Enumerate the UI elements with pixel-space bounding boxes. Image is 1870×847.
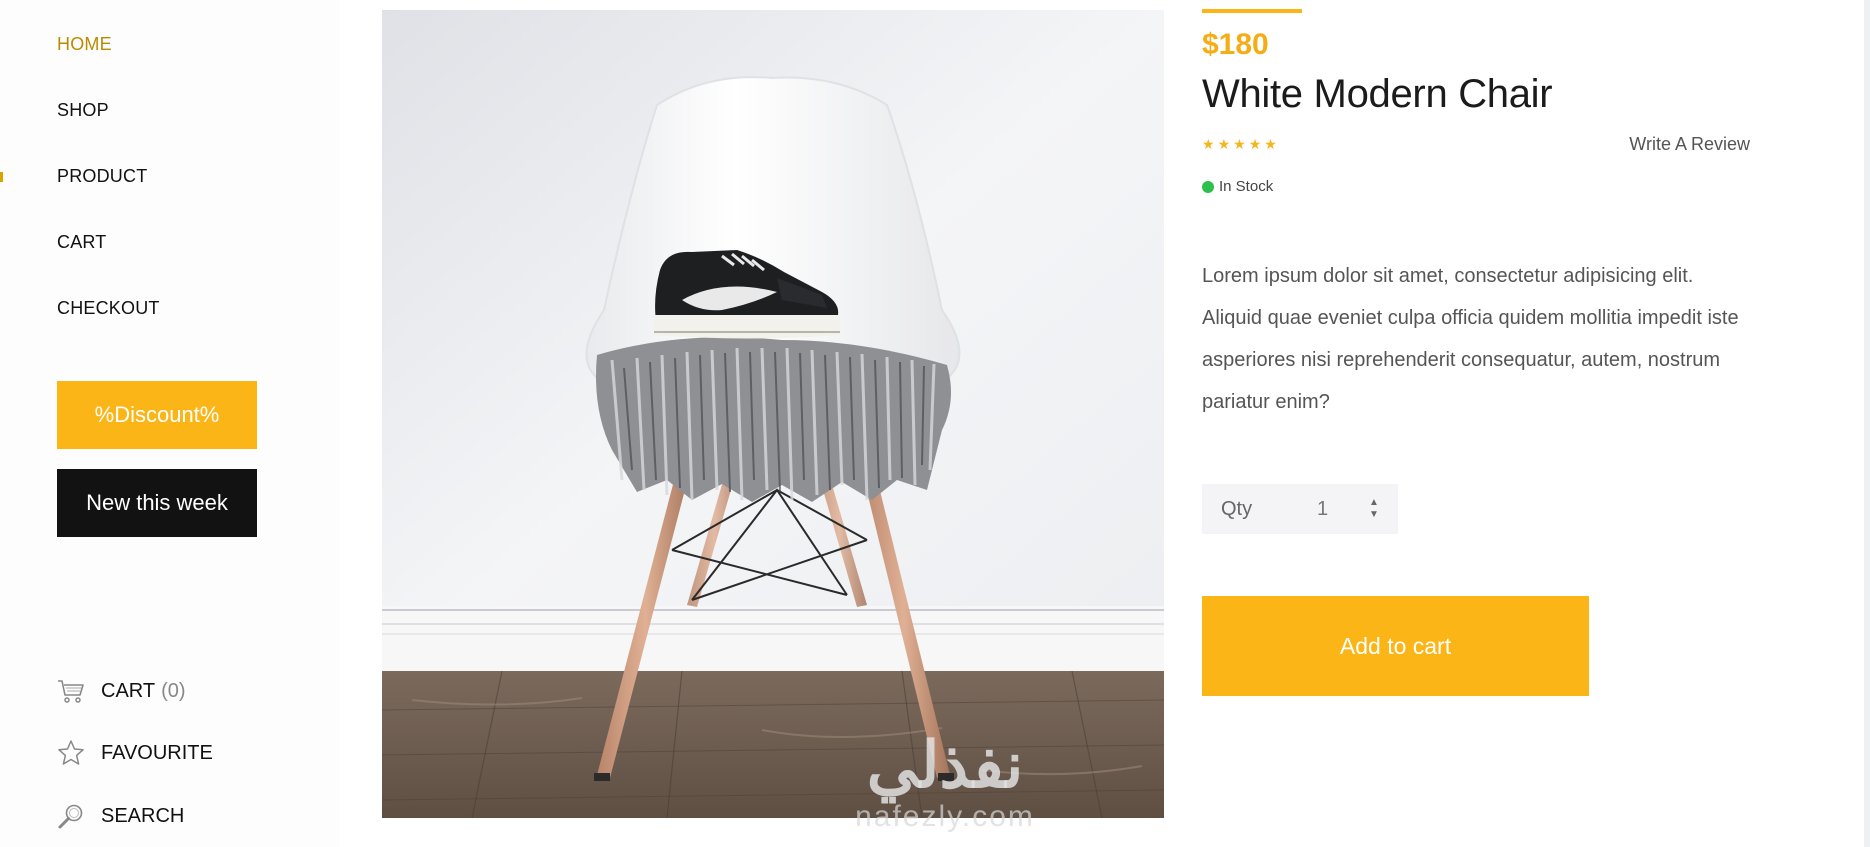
- cart-count: (0): [161, 679, 186, 702]
- watermark: نفذلي nafezly.com: [830, 730, 1060, 834]
- main-nav: HOME SHOP PRODUCT CART CHECKOUT: [57, 34, 160, 364]
- star-rating-icon: ★: [1202, 136, 1215, 152]
- nav-link-cart[interactable]: CART: [57, 232, 106, 253]
- search-label: SEARCH: [101, 804, 185, 827]
- write-review-link[interactable]: Write A Review: [1629, 134, 1750, 155]
- cart-link[interactable]: CART (0): [57, 677, 186, 705]
- product-description: Lorem ipsum dolor sit amet, consectetur …: [1202, 265, 1739, 413]
- watermark-arabic: نفذلي: [866, 729, 1024, 801]
- nav-item-home: HOME: [57, 34, 160, 100]
- product-image: [382, 10, 1164, 818]
- star-rating-icon: ★: [1217, 136, 1231, 152]
- star-rating-icon: ★: [1264, 136, 1277, 152]
- watermark-latin: nafezly.com: [855, 800, 1035, 833]
- nav-item-shop: SHOP: [57, 100, 160, 166]
- new-this-week-button[interactable]: New this week: [57, 469, 257, 537]
- stock-status: In Stock: [1202, 178, 1273, 195]
- star-rating-icon: ★: [1248, 136, 1262, 152]
- cart-label: CART: [101, 679, 156, 702]
- stock-label: In Stock: [1219, 178, 1274, 195]
- favourite-link[interactable]: FAVOURITE: [57, 739, 213, 767]
- favourite-label: FAVOURITE: [101, 741, 213, 764]
- edge-indicator: [0, 172, 3, 182]
- in-stock-dot-icon: [1202, 180, 1214, 193]
- qty-label: Qty: [1221, 497, 1253, 520]
- add-to-cart-button[interactable]: Add to cart: [1202, 596, 1589, 696]
- discount-button[interactable]: %Discount%: [57, 381, 257, 449]
- star-icon: [57, 739, 85, 767]
- chevron-up-icon[interactable]: ▲: [1369, 497, 1379, 509]
- accent-line: [1202, 9, 1302, 13]
- product-details: $180 White Modern Chair ★ ★ ★ ★ ★ Write …: [1202, 0, 1762, 847]
- nav-link-shop[interactable]: SHOP: [57, 100, 109, 121]
- chevron-down-icon[interactable]: ▼: [1369, 509, 1379, 521]
- qty-value[interactable]: 1: [1317, 498, 1357, 521]
- qty-spinner[interactable]: ▲ ▼: [1369, 497, 1379, 521]
- nav-link-product[interactable]: PRODUCT: [57, 166, 147, 187]
- search-link[interactable]: SEARCH: [57, 802, 184, 830]
- sidebar: HOME SHOP PRODUCT CART CHECKOUT %Discoun…: [0, 0, 340, 847]
- product-title: White Modern Chair: [1202, 72, 1553, 116]
- nav-item-product: PRODUCT: [57, 166, 160, 232]
- star-rating: ★ ★ ★ ★ ★: [1202, 136, 1277, 152]
- nav-link-checkout[interactable]: CHECKOUT: [57, 298, 160, 319]
- search-icon: [57, 802, 85, 830]
- star-rating-icon: ★: [1233, 136, 1246, 152]
- quantity-stepper[interactable]: Qty 1 ▲ ▼: [1202, 484, 1398, 534]
- scrollbar[interactable]: [1864, 0, 1870, 847]
- product-price: $180: [1202, 28, 1269, 61]
- cart-icon: [57, 677, 85, 705]
- nav-link-home[interactable]: HOME: [57, 34, 112, 55]
- nav-item-cart: CART: [57, 232, 160, 298]
- nav-item-checkout: CHECKOUT: [57, 298, 160, 364]
